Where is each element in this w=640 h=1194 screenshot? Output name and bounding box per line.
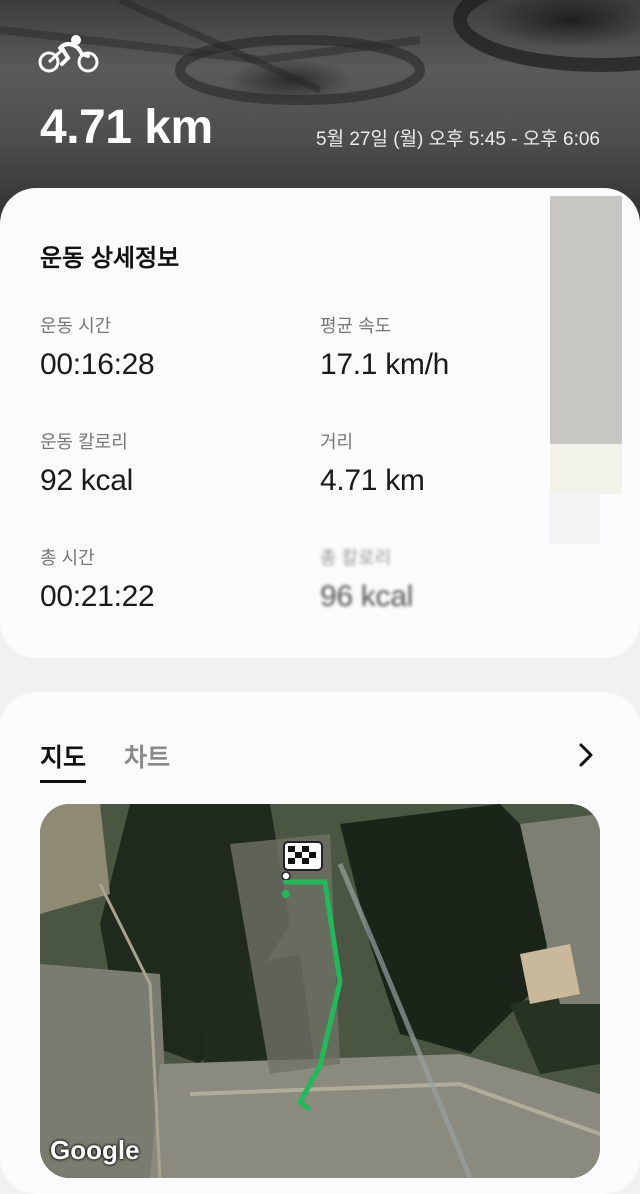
- stat-total-time: 총 시간 00:21:22: [40, 544, 155, 614]
- stat-label: 평균 속도: [320, 316, 392, 336]
- workout-datetime: 5월 27일 (월) 오후 5:45 - 오후 6:06: [316, 129, 600, 150]
- stat-distance: 거리 4.71 km: [320, 428, 425, 498]
- google-logo: Google: [50, 1135, 140, 1165]
- blurred-overlay: [550, 196, 622, 444]
- stat-label: 총 칼로리: [320, 548, 392, 568]
- blurred-overlay: [550, 494, 600, 544]
- route-start-marker: [282, 890, 290, 898]
- details-title: 운동 상세정보: [40, 245, 180, 272]
- stat-value: 00:21:22: [40, 580, 155, 613]
- workout-distance: 4.71 km: [40, 101, 213, 154]
- stat-label: 운동 칼로리: [40, 432, 128, 452]
- stat-workout-time: 운동 시간 00:16:28: [40, 312, 155, 382]
- tab-chart[interactable]: 차트: [124, 738, 170, 774]
- cycling-icon: [38, 35, 99, 73]
- stat-value: 96 kcal: [320, 580, 413, 613]
- stat-label: 총 시간: [40, 548, 95, 568]
- blurred-overlay: [550, 444, 622, 494]
- stat-value: 92 kcal: [40, 464, 133, 497]
- route-map[interactable]: Google: [40, 804, 600, 1178]
- stat-label: 운동 시간: [40, 316, 112, 336]
- stat-label: 거리: [320, 432, 354, 452]
- chevron-right-icon[interactable]: [578, 742, 594, 768]
- stat-average-speed: 평균 속도 17.1 km/h: [320, 312, 449, 382]
- tab-map[interactable]: 지도: [40, 738, 87, 783]
- stat-value: 4.71 km: [320, 464, 425, 497]
- stat-total-calories: 총 칼로리 96 kcal: [320, 544, 413, 614]
- checkered-flag-icon: [281, 841, 323, 880]
- map-card: 지도 차트 Google: [0, 692, 640, 1194]
- stat-workout-calories: 운동 칼로리 92 kcal: [40, 428, 133, 498]
- workout-details-card: 운동 상세정보 운동 시간 00:16:28 평균 속도 17.1 km/h 운…: [0, 188, 640, 658]
- stat-value: 00:16:28: [40, 348, 155, 381]
- stat-value: 17.1 km/h: [320, 348, 450, 381]
